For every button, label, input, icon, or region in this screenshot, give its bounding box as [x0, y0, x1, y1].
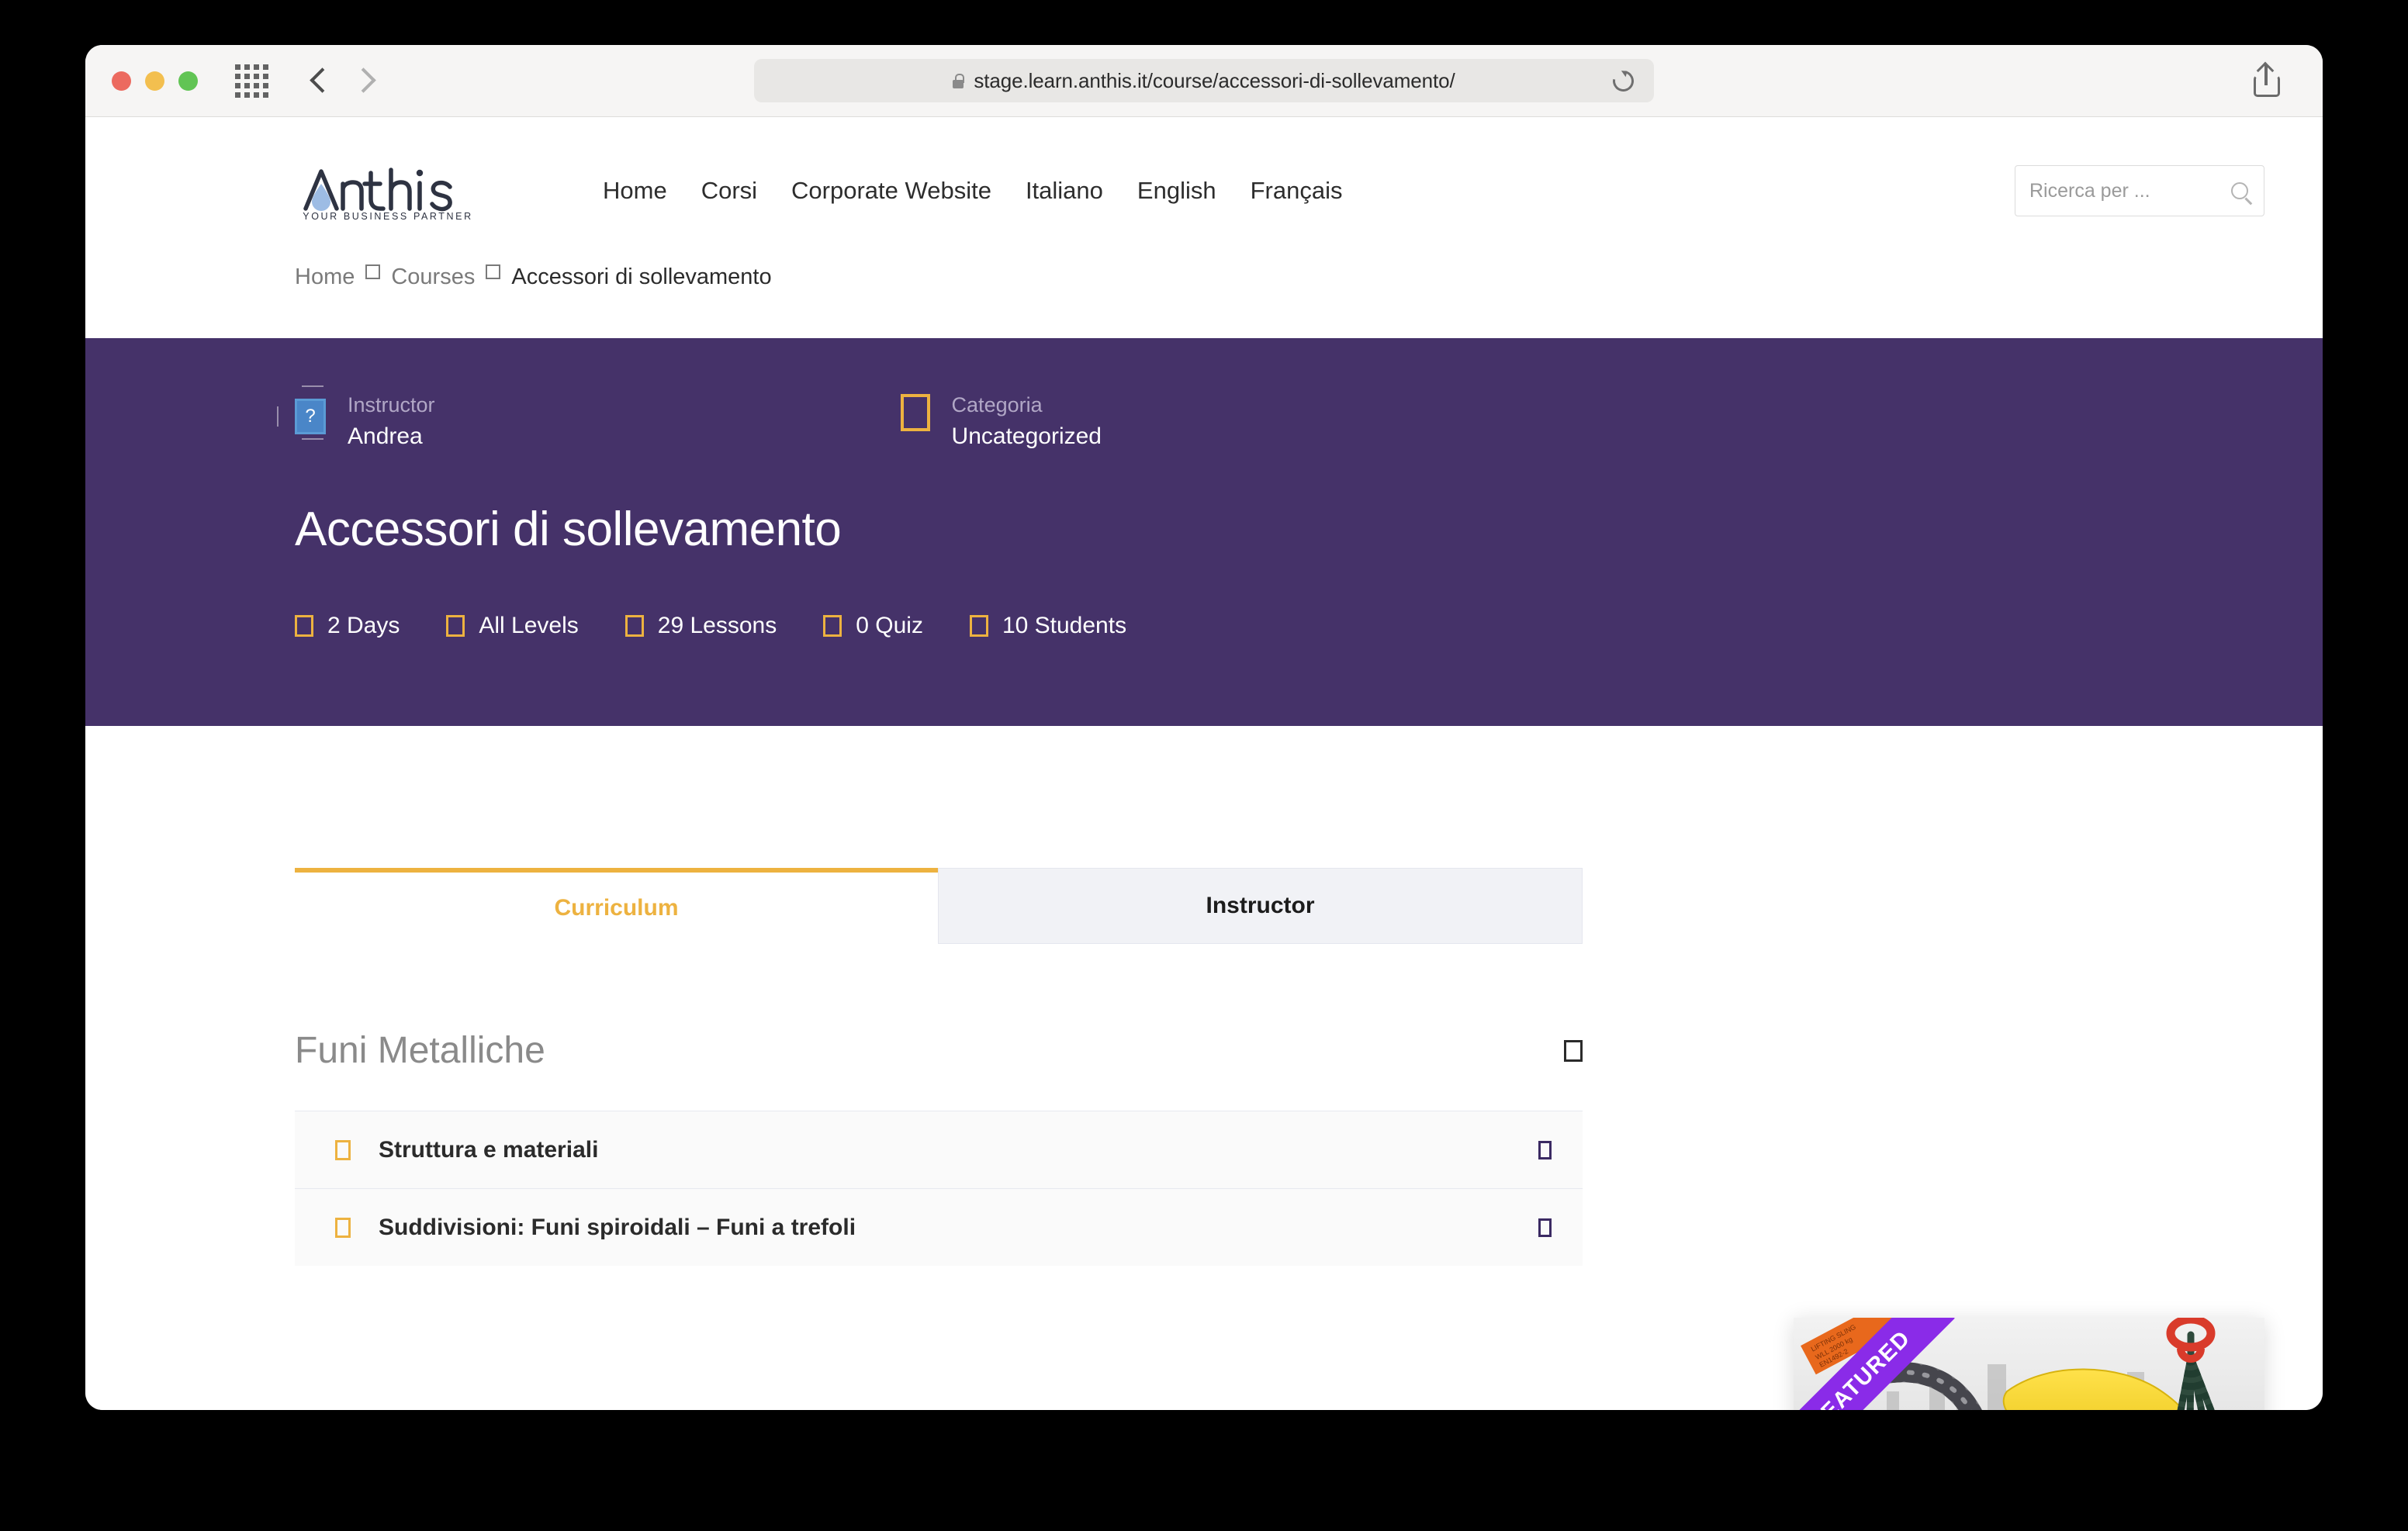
tab-instructor[interactable]: Instructor: [938, 868, 1583, 944]
reload-icon[interactable]: [1608, 66, 1638, 95]
forward-chevron-icon[interactable]: [354, 64, 374, 97]
stat-lessons-label: 29 Lessons: [657, 613, 777, 639]
grid-icon[interactable]: [235, 64, 268, 98]
stat-level: All Levels: [446, 613, 579, 639]
search-box[interactable]: [2015, 165, 2264, 216]
course-meta-row: ? Instructor Andrea Categoria Uncategori…: [277, 385, 2264, 454]
course-thumbnail: LIFTING SLING WLL 2000 kg EN1492-2 FEATU…: [1794, 1318, 2264, 1410]
nav-item-corsi[interactable]: Corsi: [684, 177, 774, 205]
tab-curriculum[interactable]: Curriculum: [295, 868, 938, 944]
course-tabs: Curriculum Instructor: [295, 868, 1583, 944]
lesson-list: Struttura e materiali Suddivisioni: Funi…: [295, 1111, 1583, 1266]
category-value[interactable]: Uncategorized: [952, 423, 1102, 449]
search-icon[interactable]: [2231, 182, 2248, 199]
zoom-window-button[interactable]: [178, 71, 198, 91]
lesson-title: Struttura e materiali: [379, 1136, 599, 1163]
clock-tofu-icon: [295, 615, 313, 638]
address-bar[interactable]: stage.learn.anthis.it/course/accessori-d…: [754, 59, 1654, 102]
nav-item-corporate-website[interactable]: Corporate Website: [774, 177, 1009, 205]
back-chevron-icon[interactable]: [309, 64, 329, 97]
instructor-name[interactable]: Andrea: [348, 423, 423, 449]
course-hero: ? Instructor Andrea Categoria Uncategori…: [85, 338, 2323, 726]
lock-icon: [953, 73, 965, 88]
lesson-lock-tofu-icon: [1538, 1218, 1552, 1237]
stat-duration: 2 Days: [295, 613, 400, 639]
section-collapse-tofu-icon[interactable]: [1564, 1039, 1583, 1062]
breadcrumb-item-current: Accessori di sollevamento: [511, 264, 772, 289]
lesson-type-tofu-icon: [335, 1139, 351, 1160]
page-title: Accessori di sollevamento: [295, 503, 842, 557]
instructor-label: Instructor: [348, 393, 435, 416]
url-text: stage.learn.anthis.it/course/accessori-d…: [974, 68, 1455, 92]
nav-item-italiano[interactable]: Italiano: [1009, 177, 1120, 205]
avatar-broken-image-icon: ?: [277, 385, 326, 434]
course-stats: 2 Days All Levels 29 Lessons 0 Quiz 10 S…: [295, 613, 2264, 639]
instructor-block: ? Instructor Andrea: [277, 385, 435, 454]
breadcrumb-separator-icon: [365, 264, 381, 279]
curriculum-section-header[interactable]: Funi Metalliche: [295, 1029, 1583, 1086]
lessons-tofu-icon: [624, 615, 644, 638]
category-block: Categoria Uncategorized: [900, 391, 1102, 454]
category-tofu-icon: [900, 394, 930, 431]
stat-level-label: All Levels: [479, 613, 579, 639]
window-controls[interactable]: [112, 71, 198, 91]
breadcrumb: Home Courses Accessori di sollevamento: [85, 264, 2323, 338]
category-label: Categoria: [951, 393, 1043, 416]
course-purchase-card: LIFTING SLING WLL 2000 kg EN1492-2 FEATU…: [1794, 1318, 2264, 1410]
browser-toolbar: stage.learn.anthis.it/course/accessori-d…: [85, 45, 2323, 117]
svg-text:YOUR BUSINESS PARTNER: YOUR BUSINESS PARTNER: [303, 211, 472, 221]
stat-duration-label: 2 Days: [327, 613, 400, 639]
site-header: YOUR BUSINESS PARTNER Home Corsi Corpora…: [85, 117, 2323, 264]
breadcrumb-separator-icon: [486, 264, 501, 279]
curriculum-section-title: Funi Metalliche: [295, 1030, 545, 1071]
lesson-title: Suddivisioni: Funi spiroidali – Funi a t…: [379, 1214, 856, 1240]
stat-lessons: 29 Lessons: [624, 613, 777, 639]
breadcrumb-item-courses[interactable]: Courses: [391, 264, 475, 290]
main-navigation: Home Corsi Corporate Website Italiano En…: [586, 177, 1359, 205]
lesson-lock-tofu-icon: [1538, 1140, 1552, 1159]
stat-students: 10 Students: [969, 613, 1127, 639]
nav-item-home[interactable]: Home: [586, 177, 684, 205]
stat-students-label: 10 Students: [1002, 613, 1127, 639]
stat-quiz-label: 0 Quiz: [856, 613, 923, 639]
minimize-window-button[interactable]: [145, 71, 164, 91]
search-input[interactable]: [2029, 179, 2250, 202]
breadcrumb-item-home[interactable]: Home: [295, 264, 355, 290]
level-tofu-icon: [446, 615, 465, 638]
nav-item-francais[interactable]: Français: [1233, 177, 1360, 205]
share-icon[interactable]: [2251, 64, 2282, 97]
lesson-type-tofu-icon: [335, 1217, 351, 1238]
stat-quiz: 0 Quiz: [823, 613, 923, 639]
quiz-tofu-icon: [823, 615, 842, 638]
nav-item-english[interactable]: English: [1120, 177, 1233, 205]
course-content: Curriculum Instructor Funi Metalliche St…: [85, 868, 2323, 1410]
students-tofu-icon: [969, 615, 988, 638]
table-row[interactable]: Suddivisioni: Funi spiroidali – Funi a t…: [295, 1188, 1583, 1266]
page-viewport: YOUR BUSINESS PARTNER Home Corsi Corpora…: [85, 117, 2323, 1410]
site-logo[interactable]: YOUR BUSINESS PARTNER: [295, 161, 481, 221]
table-row[interactable]: Struttura e materiali: [295, 1111, 1583, 1188]
close-window-button[interactable]: [112, 71, 131, 91]
browser-window: stage.learn.anthis.it/course/accessori-d…: [85, 45, 2323, 1410]
